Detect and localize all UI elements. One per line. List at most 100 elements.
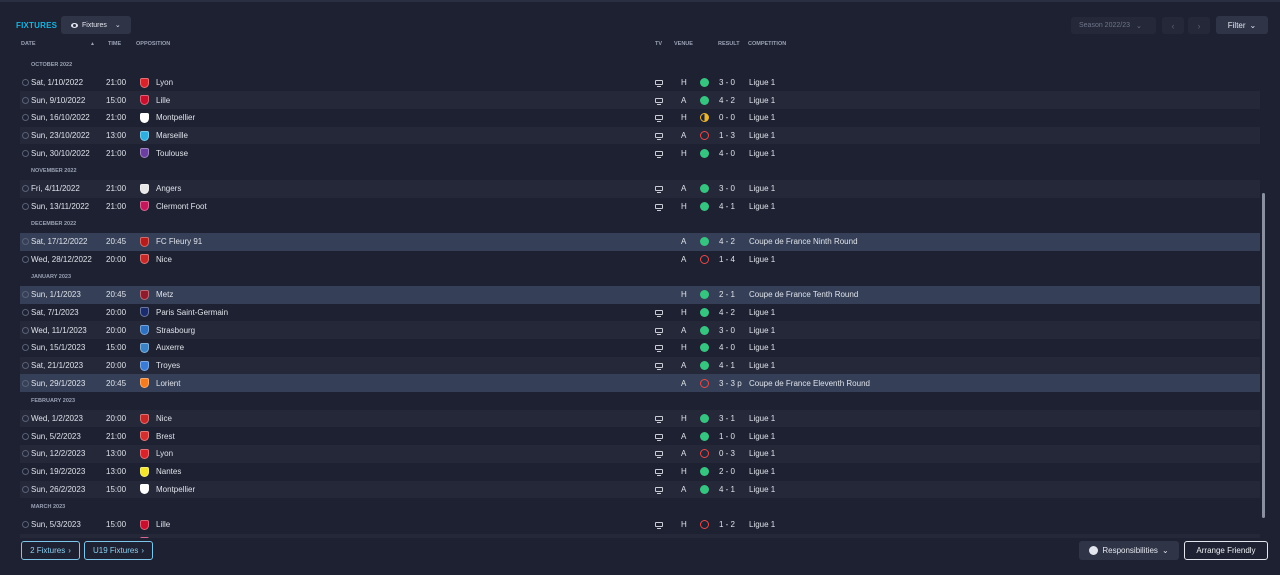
scrollbar-thumb[interactable] (1262, 193, 1265, 518)
fixture-row[interactable]: Sat, 1/10/2022 21:00 Lyon H 3 - 0 Ligue 1 (20, 74, 1260, 92)
opposition-name[interactable]: Clermont Foot (156, 198, 207, 216)
result-score[interactable]: 4 - 0 (719, 534, 735, 539)
result-score[interactable]: 3 - 0 (719, 321, 735, 339)
column-date[interactable]: DATE (21, 41, 36, 47)
fixture-row[interactable]: Sun, 29/1/2023 20:45 Lorient A 3 - 3 p Coupe … (20, 374, 1260, 393)
opposition-name[interactable]: Montpellier (156, 481, 195, 499)
fixture-row[interactable]: Sun, 19/2/2023 13:00 Nantes H 2 - 0 Ligue 1 (20, 463, 1260, 481)
competition-name[interactable]: Ligue 1 (749, 180, 775, 198)
fixture-date[interactable]: Sun, 5/2/2023 (31, 427, 81, 445)
competition-name[interactable]: Ligue 1 (749, 144, 775, 162)
competition-name[interactable]: Coupe de France Eleventh Round (749, 374, 870, 392)
fixture-date[interactable]: Wed, 28/12/2022 (31, 251, 92, 269)
next-season-button[interactable]: › (1188, 17, 1210, 34)
result-score[interactable]: 1 - 3 (719, 127, 735, 145)
competition-name[interactable]: Ligue 1 (749, 410, 775, 428)
fixture-date[interactable]: Sun, 19/2/2023 (31, 463, 85, 481)
fixture-row[interactable]: Sun, 5/2/2023 21:00 Brest A 1 - 0 Ligue 1 (20, 427, 1260, 445)
u19-fixtures-button[interactable]: U19 Fixtures › (84, 541, 153, 560)
opposition-name[interactable]: Lyon (156, 74, 173, 92)
competition-name[interactable]: Ligue 1 (749, 321, 775, 339)
fixture-date[interactable]: Sat, 7/1/2023 (31, 304, 79, 322)
fixture-row[interactable]: Sun, 5/3/2023 15:00 Lille H 1 - 2 Ligue 1 (20, 516, 1260, 534)
result-score[interactable]: 4 - 0 (719, 339, 735, 357)
fixture-date[interactable]: Sun, 26/2/2023 (31, 481, 85, 499)
opposition-name[interactable]: Strasbourg (156, 321, 195, 339)
competition-name[interactable]: Ligue 1 (749, 481, 775, 499)
fixture-date[interactable]: Sun, 30/10/2022 (31, 144, 90, 162)
competition-name[interactable]: Ligue 1 (749, 91, 775, 109)
season-selector[interactable]: Season 2022/23 ⌄ (1071, 17, 1156, 34)
opposition-name[interactable]: Lyon (156, 445, 173, 463)
result-score[interactable]: 4 - 1 (719, 481, 735, 499)
opposition-name[interactable]: Brest (156, 427, 175, 445)
fixture-date[interactable]: Sun, 5/3/2023 (31, 516, 81, 534)
fixture-row[interactable]: Sat, 21/1/2023 20:00 Troyes A 4 - 1 Ligue 1 (20, 356, 1260, 375)
opposition-name[interactable]: Lille (156, 516, 170, 534)
result-score[interactable]: 4 - 0 (719, 144, 735, 162)
fixture-row[interactable]: Sun, 15/1/2023 15:00 Auxerre H 4 - 0 Ligue 1 (20, 339, 1260, 357)
result-score[interactable]: 3 - 1 (719, 410, 735, 428)
competition-name[interactable]: Ligue 1 (749, 109, 775, 127)
opposition-name[interactable]: Paris Saint-Germain (156, 304, 228, 322)
result-score[interactable]: 0 - 3 (719, 445, 735, 463)
column-result[interactable]: RESULT (718, 41, 740, 47)
fixture-date[interactable]: Wed, 1/2/2023 (31, 410, 83, 428)
result-score[interactable]: 1 - 2 (719, 516, 735, 534)
opposition-name[interactable]: Montpellier (156, 109, 195, 127)
fixture-row[interactable]: Sat, 7/1/2023 20:00 Paris Saint-Germain H 4 … (20, 304, 1260, 322)
arrange-friendly-button[interactable]: Arrange Friendly (1184, 541, 1268, 560)
opposition-name[interactable]: Lorient (156, 374, 180, 392)
competition-name[interactable]: Ligue 1 (749, 463, 775, 481)
result-score[interactable]: 3 - 0 (719, 74, 735, 92)
result-score[interactable]: 4 - 2 (719, 91, 735, 109)
result-score[interactable]: 0 - 0 (719, 109, 735, 127)
fixture-row[interactable]: Wed, 28/12/2022 20:00 Nice A 1 - 4 Ligue 1 (20, 251, 1260, 269)
sort-ascending-icon[interactable]: ▲ (90, 41, 95, 47)
opposition-name[interactable]: Toulouse (156, 144, 188, 162)
fixture-row[interactable]: Sun, 12/3/2023 15:00 Clermont Foot A 4 - 0 Li… (20, 533, 1260, 539)
opposition-name[interactable]: Nice (156, 251, 172, 269)
competition-name[interactable]: Ligue 1 (749, 516, 775, 534)
competition-name[interactable]: Ligue 1 (749, 251, 775, 269)
opposition-name[interactable]: Clermont Foot (156, 534, 207, 539)
competition-name[interactable]: Ligue 1 (749, 357, 775, 375)
column-venue[interactable]: VENUE (674, 41, 693, 47)
competition-name[interactable]: Ligue 1 (749, 339, 775, 357)
fixture-row[interactable]: Sun, 26/2/2023 15:00 Montpellier A 4 - 1 Ligu… (20, 480, 1260, 499)
fixture-row[interactable]: Sun, 16/10/2022 21:00 Montpellier H 0 - 0 Lig… (20, 109, 1260, 127)
fixture-date[interactable]: Sun, 12/3/2023 (31, 534, 85, 539)
opposition-name[interactable]: FC Fleury 91 (156, 233, 202, 251)
column-opposition[interactable]: OPPOSITION (136, 41, 170, 47)
fixture-date[interactable]: Sat, 17/12/2022 (31, 233, 88, 251)
fixture-date[interactable]: Sun, 29/1/2023 (31, 374, 85, 392)
opposition-name[interactable]: Lille (156, 91, 170, 109)
column-time[interactable]: TIME (108, 41, 121, 47)
fixture-row[interactable]: Sun, 23/10/2022 13:00 Marseille A 1 - 3 Ligue… (20, 126, 1260, 145)
opposition-name[interactable]: Auxerre (156, 339, 184, 357)
fixture-date[interactable]: Sun, 1/1/2023 (31, 286, 81, 304)
fixture-date[interactable]: Sun, 13/11/2022 (31, 198, 89, 216)
opposition-name[interactable]: Angers (156, 180, 181, 198)
fixture-row[interactable]: Sat, 17/12/2022 20:45 FC Fleury 91 A 4 - 2 Co… (20, 232, 1260, 251)
column-tv[interactable]: TV (655, 41, 662, 47)
fixture-date[interactable]: Sun, 23/10/2022 (31, 127, 90, 145)
result-score[interactable]: 4 - 2 (719, 304, 735, 322)
competition-name[interactable]: Ligue 1 (749, 534, 775, 539)
result-score[interactable]: 3 - 0 (719, 180, 735, 198)
fixtures-link-button[interactable]: 2 Fixtures › (21, 541, 80, 560)
competition-name[interactable]: Coupe de France Tenth Round (749, 286, 858, 304)
competition-name[interactable]: Ligue 1 (749, 304, 775, 322)
opposition-name[interactable]: Nice (156, 410, 172, 428)
opposition-name[interactable]: Marseille (156, 127, 188, 145)
result-score[interactable]: 2 - 0 (719, 463, 735, 481)
fixture-date[interactable]: Sat, 21/1/2023 (31, 357, 83, 375)
fixture-date[interactable]: Wed, 11/1/2023 (31, 321, 87, 339)
previous-season-button[interactable]: ‹ (1162, 17, 1184, 34)
fixture-row[interactable]: Wed, 1/2/2023 20:00 Nice H 3 - 1 Ligue 1 (20, 409, 1260, 428)
result-score[interactable]: 2 - 1 (719, 286, 735, 304)
fixture-row[interactable]: Sun, 1/1/2023 20:45 Metz H 2 - 1 Coupe de Fra… (20, 285, 1260, 304)
competition-name[interactable]: Ligue 1 (749, 74, 775, 92)
fixture-row[interactable]: Sun, 12/2/2023 13:00 Lyon A 0 - 3 Ligue 1 (20, 445, 1260, 463)
competition-name[interactable]: Ligue 1 (749, 198, 775, 216)
